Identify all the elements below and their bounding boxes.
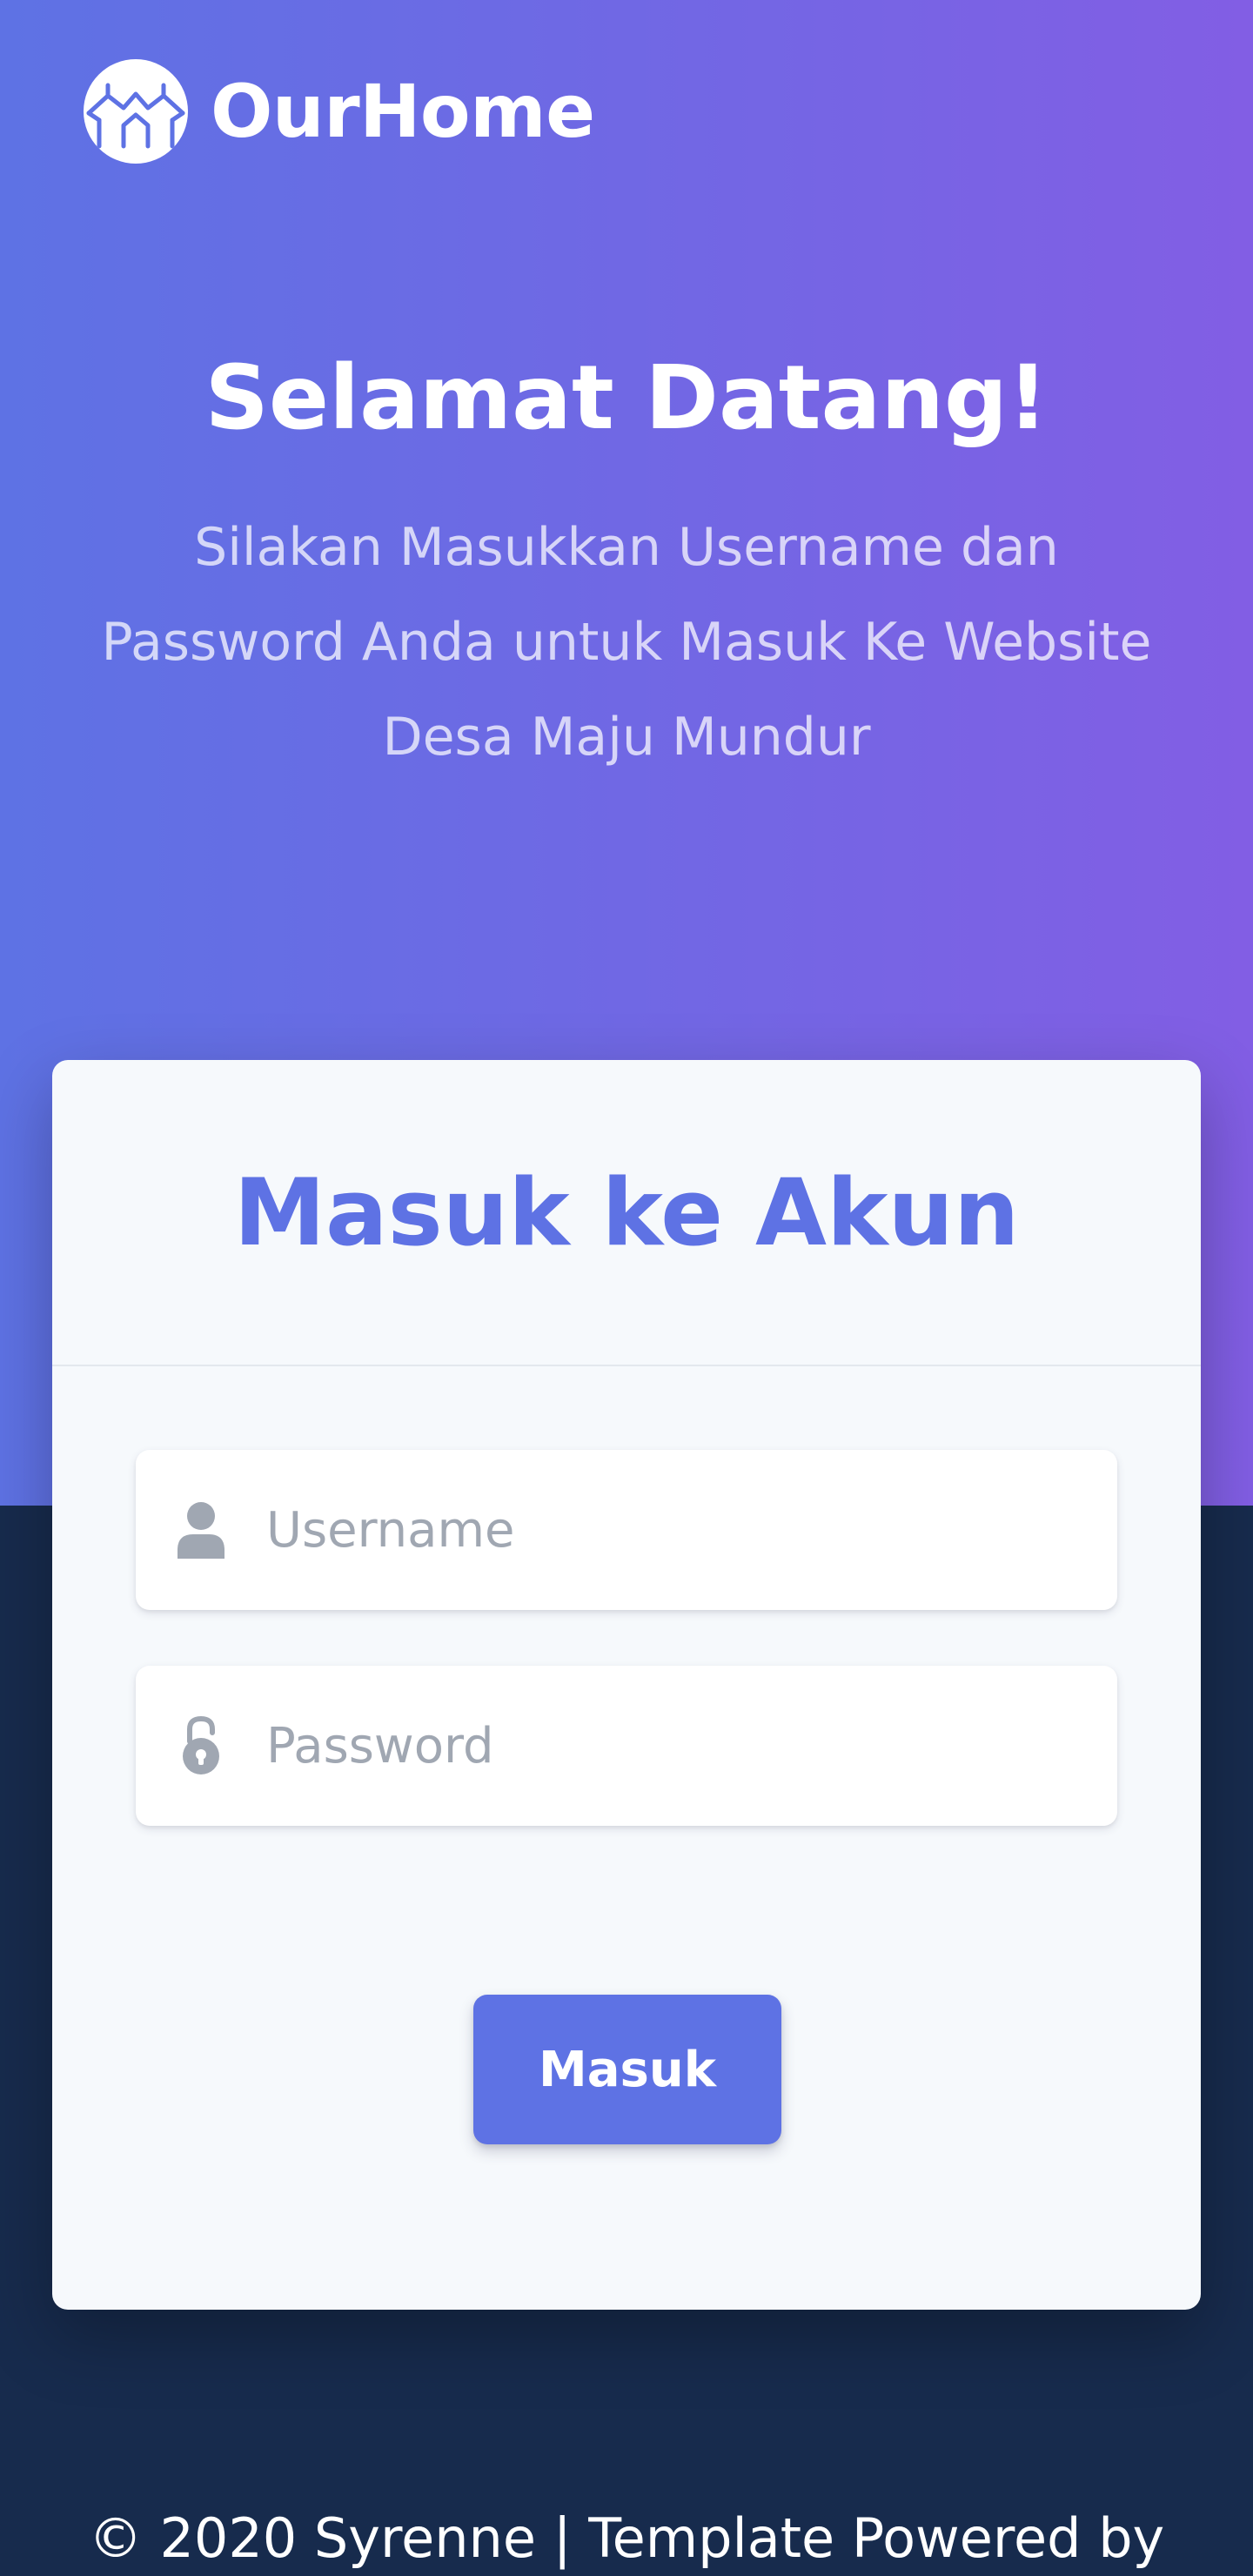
user-icon (136, 1501, 266, 1559)
welcome-title: Selamat Datang! (204, 346, 1049, 450)
login-card: Masuk ke Akun Masuk (52, 1060, 1201, 2310)
login-title: Masuk ke Akun (233, 1158, 1020, 1266)
brand-link[interactable]: OurHome (84, 57, 595, 165)
login-card-header: Masuk ke Akun (52, 1060, 1201, 1366)
footer-copyright: © 2020 Syrenne | Template Powered by (88, 2506, 1165, 2570)
welcome-subtitle: Silakan Masukkan Username dan Password A… (101, 517, 1152, 768)
username-field[interactable] (136, 1450, 1117, 1610)
login-submit-button[interactable]: Masuk (473, 1995, 781, 2144)
house-network-icon (84, 59, 188, 164)
unlock-icon (136, 1715, 266, 1776)
password-field[interactable] (136, 1666, 1117, 1826)
brand-name: OurHome (211, 69, 595, 154)
username-input[interactable] (266, 1501, 1049, 1559)
password-input[interactable] (266, 1717, 1049, 1774)
